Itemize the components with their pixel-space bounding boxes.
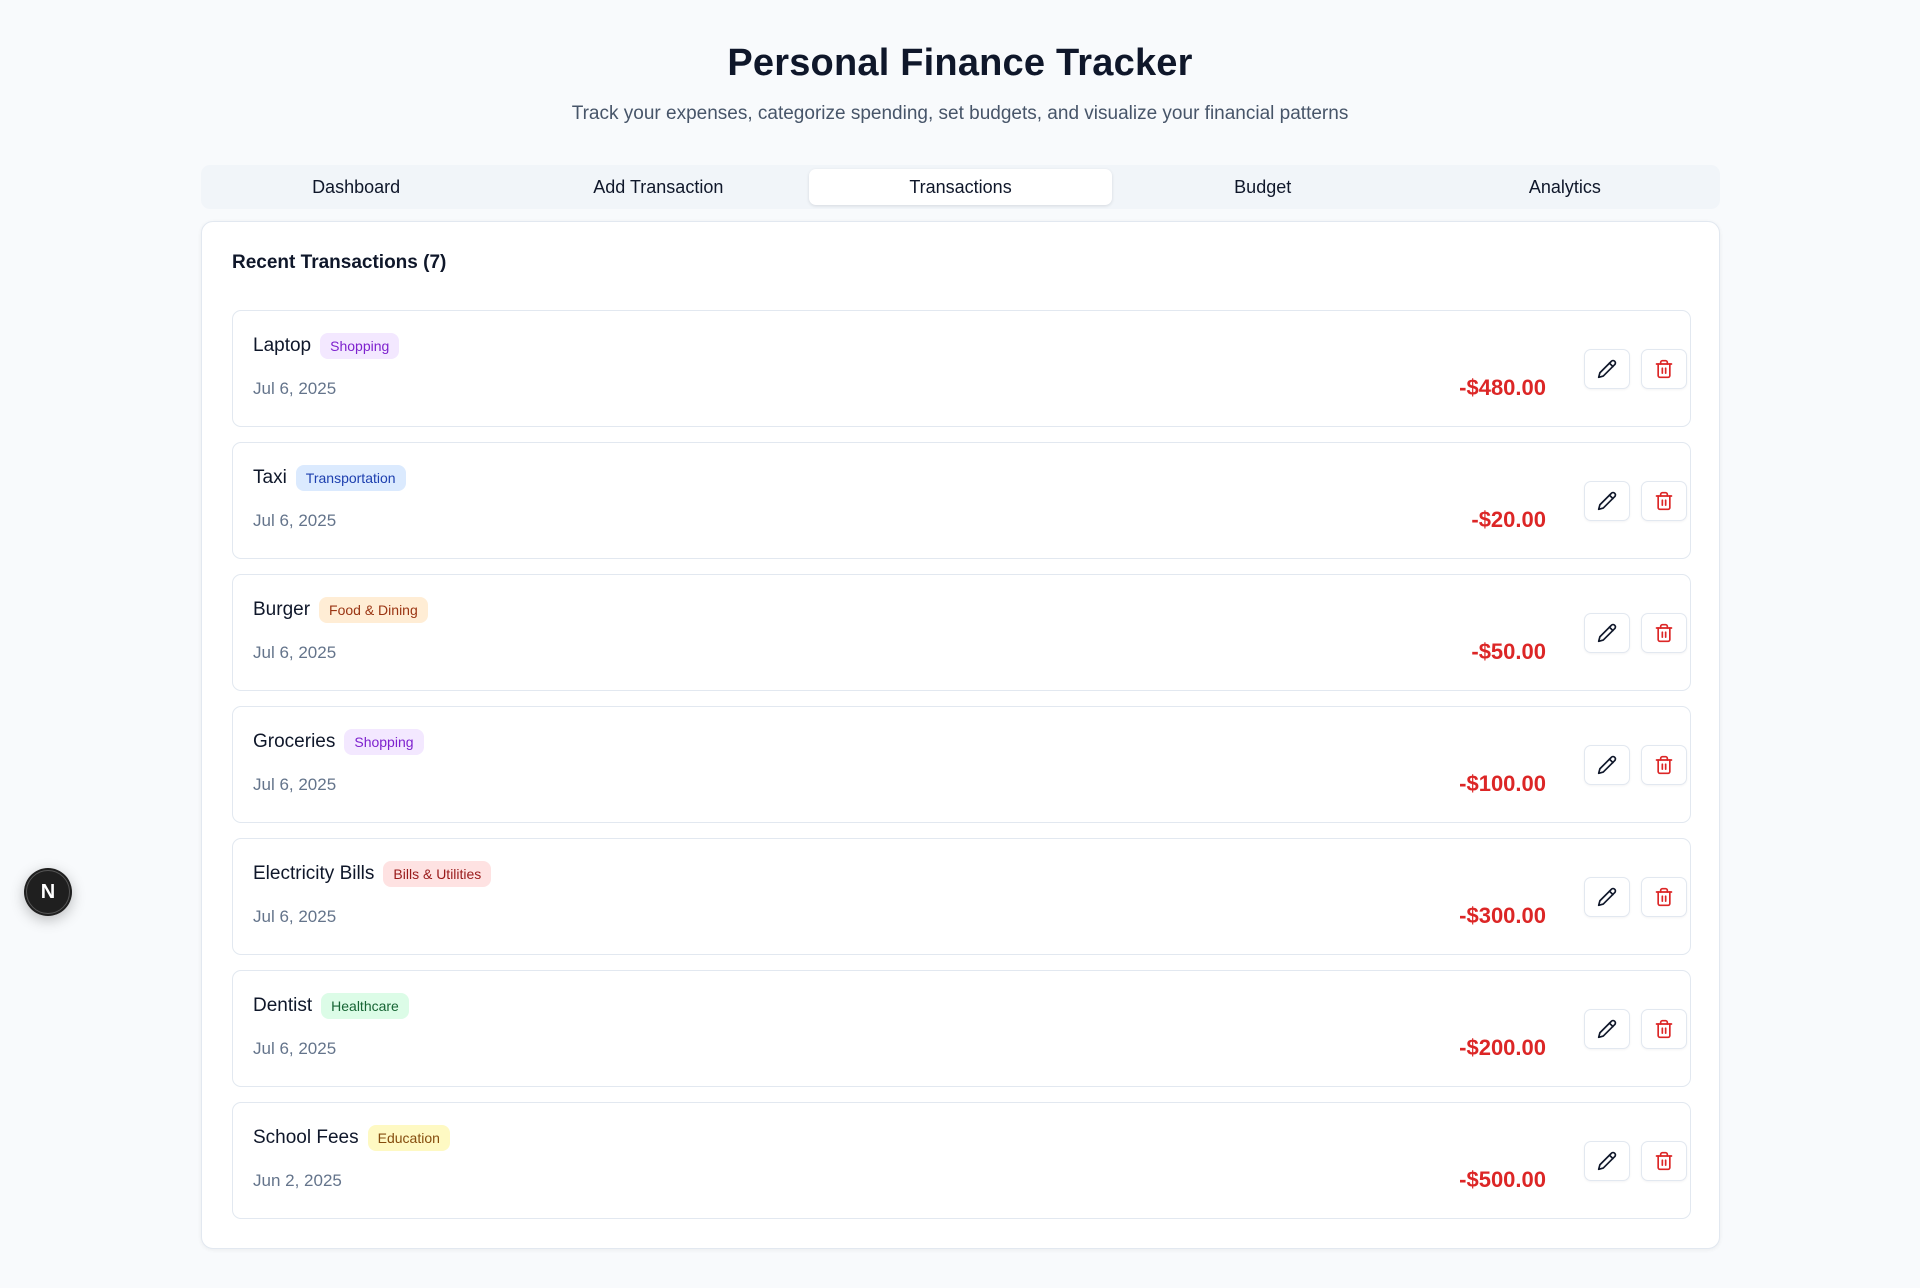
transaction-amount: -$200.00 bbox=[1459, 1035, 1546, 1060]
category-badge: Transportation bbox=[295, 465, 406, 491]
trash-icon bbox=[1654, 1019, 1674, 1039]
transaction-row: School Fees Education Jun 2, 2025 -$500.00 bbox=[232, 1102, 1691, 1219]
delete-button[interactable] bbox=[1641, 1141, 1687, 1181]
delete-button[interactable] bbox=[1641, 1009, 1687, 1049]
transaction-row: Burger Food & Dining Jul 6, 2025 -$50.00 bbox=[232, 574, 1691, 691]
header: Personal Finance Tracker Track your expe… bbox=[0, 0, 1920, 125]
transaction-amount: -$500.00 bbox=[1459, 1167, 1546, 1192]
trash-icon bbox=[1654, 887, 1674, 907]
transaction-name: Taxi bbox=[253, 467, 287, 488]
transaction-header: Electricity Bills Bills & Utilities bbox=[253, 861, 492, 887]
transaction-date: Jul 6, 2025 bbox=[253, 511, 337, 530]
edit-button[interactable] bbox=[1584, 1009, 1630, 1049]
transaction-amount: -$300.00 bbox=[1459, 903, 1546, 928]
transactions-card: Recent Transactions (7) Laptop Shopping Ju… bbox=[201, 221, 1720, 1249]
app-page: Personal Finance Tracker Track your expe… bbox=[0, 0, 1920, 1288]
edit-button[interactable] bbox=[1584, 1141, 1630, 1181]
transaction-name: School Fees bbox=[253, 1127, 359, 1148]
delete-button[interactable] bbox=[1641, 349, 1687, 389]
transaction-amount: -$480.00 bbox=[1459, 375, 1546, 400]
transaction-date: Jul 6, 2025 bbox=[253, 1039, 337, 1058]
trash-icon bbox=[1654, 491, 1674, 511]
page-subtitle: Track your expenses, categorize spending… bbox=[571, 103, 1349, 124]
transaction-amount: -$100.00 bbox=[1459, 771, 1546, 796]
tab-add-transaction[interactable]: Add Transaction bbox=[507, 169, 809, 205]
transaction-date: Jul 6, 2025 bbox=[253, 379, 337, 398]
edit-button[interactable] bbox=[1584, 613, 1630, 653]
transaction-name: Dentist bbox=[253, 995, 313, 1016]
transactions-title: Recent Transactions (7) bbox=[232, 252, 447, 273]
delete-button[interactable] bbox=[1641, 481, 1687, 521]
transaction-header: School Fees Education bbox=[253, 1125, 450, 1151]
transaction-row: Dentist Healthcare Jul 6, 2025 -$200.00 bbox=[232, 970, 1691, 1087]
pencil-icon bbox=[1597, 491, 1617, 511]
category-badge: Shopping bbox=[320, 333, 400, 359]
transaction-row: Laptop Shopping Jul 6, 2025 -$480.00 bbox=[232, 310, 1691, 427]
trash-icon bbox=[1654, 623, 1674, 643]
edit-button[interactable] bbox=[1584, 745, 1630, 785]
trash-icon bbox=[1654, 1151, 1674, 1171]
transaction-header: Laptop Shopping bbox=[253, 333, 400, 359]
transaction-name: Burger bbox=[253, 599, 311, 620]
transaction-date: Jun 2, 2025 bbox=[253, 1171, 342, 1190]
tab-budget[interactable]: Budget bbox=[1112, 169, 1414, 205]
pencil-icon bbox=[1597, 623, 1617, 643]
transaction-name: Groceries bbox=[253, 731, 336, 752]
transaction-header: Dentist Healthcare bbox=[253, 993, 409, 1019]
transaction-date: Jul 6, 2025 bbox=[253, 643, 337, 662]
category-badge: Shopping bbox=[344, 729, 424, 755]
transaction-name: Laptop bbox=[253, 335, 312, 356]
transaction-header: Taxi Transportation bbox=[253, 465, 406, 491]
delete-button[interactable] bbox=[1641, 877, 1687, 917]
tab-transactions[interactable]: Transactions bbox=[809, 169, 1112, 205]
pencil-icon bbox=[1597, 755, 1617, 775]
pencil-icon bbox=[1597, 1151, 1617, 1171]
trash-icon bbox=[1654, 755, 1674, 775]
transaction-name: Electricity Bills bbox=[253, 863, 375, 884]
pencil-icon bbox=[1597, 359, 1617, 379]
pencil-icon bbox=[1597, 1019, 1617, 1039]
tab-analytics[interactable]: Analytics bbox=[1414, 169, 1716, 205]
category-badge: Education bbox=[367, 1125, 450, 1151]
dev-tools-button[interactable]: N bbox=[24, 868, 72, 916]
transaction-date: Jul 6, 2025 bbox=[253, 775, 337, 794]
category-badge: Bills & Utilities bbox=[383, 861, 492, 887]
transaction-header: Burger Food & Dining bbox=[253, 597, 428, 623]
transaction-amount: -$20.00 bbox=[1471, 507, 1546, 532]
edit-button[interactable] bbox=[1584, 349, 1630, 389]
transaction-header: Groceries Shopping bbox=[253, 729, 424, 755]
category-badge: Healthcare bbox=[321, 993, 409, 1019]
transaction-amount: -$50.00 bbox=[1471, 639, 1546, 664]
n-logo-icon: N bbox=[26, 870, 70, 914]
transaction-date: Jul 6, 2025 bbox=[253, 907, 337, 926]
tab-dashboard[interactable]: Dashboard bbox=[205, 169, 507, 205]
pencil-icon bbox=[1597, 887, 1617, 907]
transaction-row: Electricity Bills Bills & Utilities Jul 6,… bbox=[232, 838, 1691, 955]
transaction-row: Groceries Shopping Jul 6, 2025 -$100.00 bbox=[232, 706, 1691, 823]
edit-button[interactable] bbox=[1584, 481, 1630, 521]
dev-badge-letter: N bbox=[40, 880, 56, 903]
transaction-row: Taxi Transportation Jul 6, 2025 -$20.00 bbox=[232, 442, 1691, 559]
tab-bar: Dashboard Add Transaction Transactions Budg… bbox=[201, 165, 1720, 209]
trash-icon bbox=[1654, 359, 1674, 379]
edit-button[interactable] bbox=[1584, 877, 1630, 917]
page-title: Personal Finance Tracker bbox=[727, 42, 1193, 84]
category-badge: Food & Dining bbox=[319, 597, 428, 623]
delete-button[interactable] bbox=[1641, 745, 1687, 785]
transactions-list: Laptop Shopping Jul 6, 2025 -$480.00 Taxi Tra… bbox=[232, 310, 1691, 1234]
delete-button[interactable] bbox=[1641, 613, 1687, 653]
